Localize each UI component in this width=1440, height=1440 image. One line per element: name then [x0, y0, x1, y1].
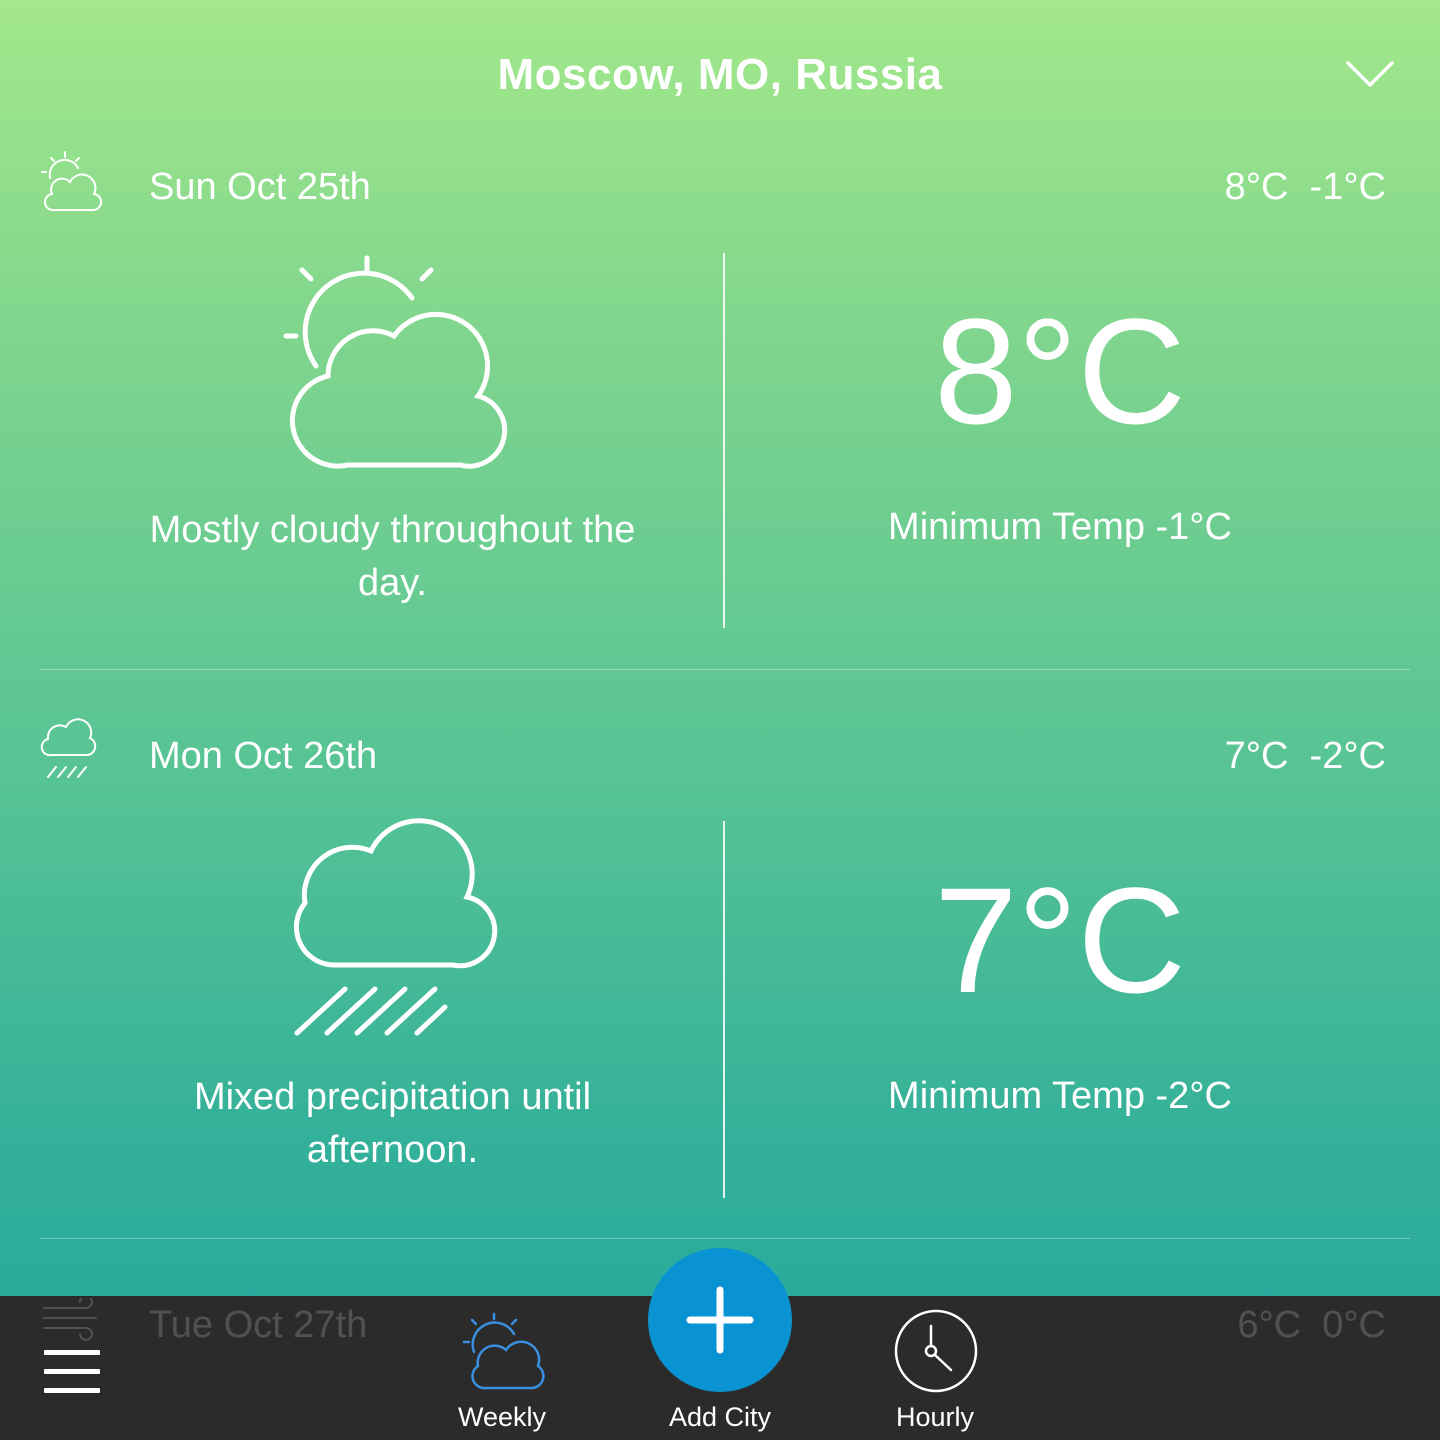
high-temp: 7°C: [934, 856, 1186, 1024]
city-title: Moscow, MO, Russia: [497, 50, 943, 99]
day-date: Tue Oct 27th: [149, 1304, 368, 1346]
day-temp-range: 6°C 0°C: [1237, 1304, 1386, 1346]
tab-hourly[interactable]: Hourly: [855, 1300, 1015, 1440]
rain-cloud-icon: [285, 817, 500, 1052]
add-city-label: Add City: [668, 1402, 772, 1432]
day-separator: [40, 1238, 1410, 1239]
day-temp-range: 8°C -1°C: [1224, 166, 1386, 208]
plus-icon: [686, 1286, 754, 1354]
day-date: Sun Oct 25th: [149, 166, 371, 208]
day-description: Mostly cloudy throughout the day.: [149, 509, 636, 604]
tab-label: Weekly: [457, 1402, 547, 1432]
day-separator: [40, 669, 1410, 670]
high-temp: 8°C: [934, 287, 1186, 455]
day-card[interactable]: Sun Oct 25th 8°C -1°C Mostly cloudy thro…: [0, 148, 1440, 670]
day-temp-range: 7°C -2°C: [1224, 735, 1386, 777]
min-temp: Minimum Temp -1°C: [888, 506, 1232, 548]
hamburger-menu-icon[interactable]: [44, 1350, 100, 1394]
day-description: Mixed precipitation until afternoon.: [193, 1076, 592, 1171]
add-city-button[interactable]: [648, 1248, 792, 1392]
app-header: Moscow, MO, Russia: [0, 0, 1440, 150]
day-date: Mon Oct 26th: [149, 735, 378, 777]
min-temp: Minimum Temp -2°C: [888, 1075, 1232, 1117]
clock-icon: [893, 1308, 979, 1399]
day-card[interactable]: Mon Oct 26th 7°C -2°C Mixed precipitatio…: [0, 717, 1440, 1239]
partly-cloudy-icon: [280, 250, 510, 480]
tab-weekly[interactable]: Weekly: [422, 1300, 582, 1440]
rain-cloud-icon: [38, 717, 104, 783]
tab-label: Hourly: [895, 1402, 975, 1432]
partly-cloudy-icon: [38, 148, 104, 214]
chevron-down-icon[interactable]: [1340, 55, 1400, 95]
partly-cloudy-icon: [460, 1310, 546, 1397]
